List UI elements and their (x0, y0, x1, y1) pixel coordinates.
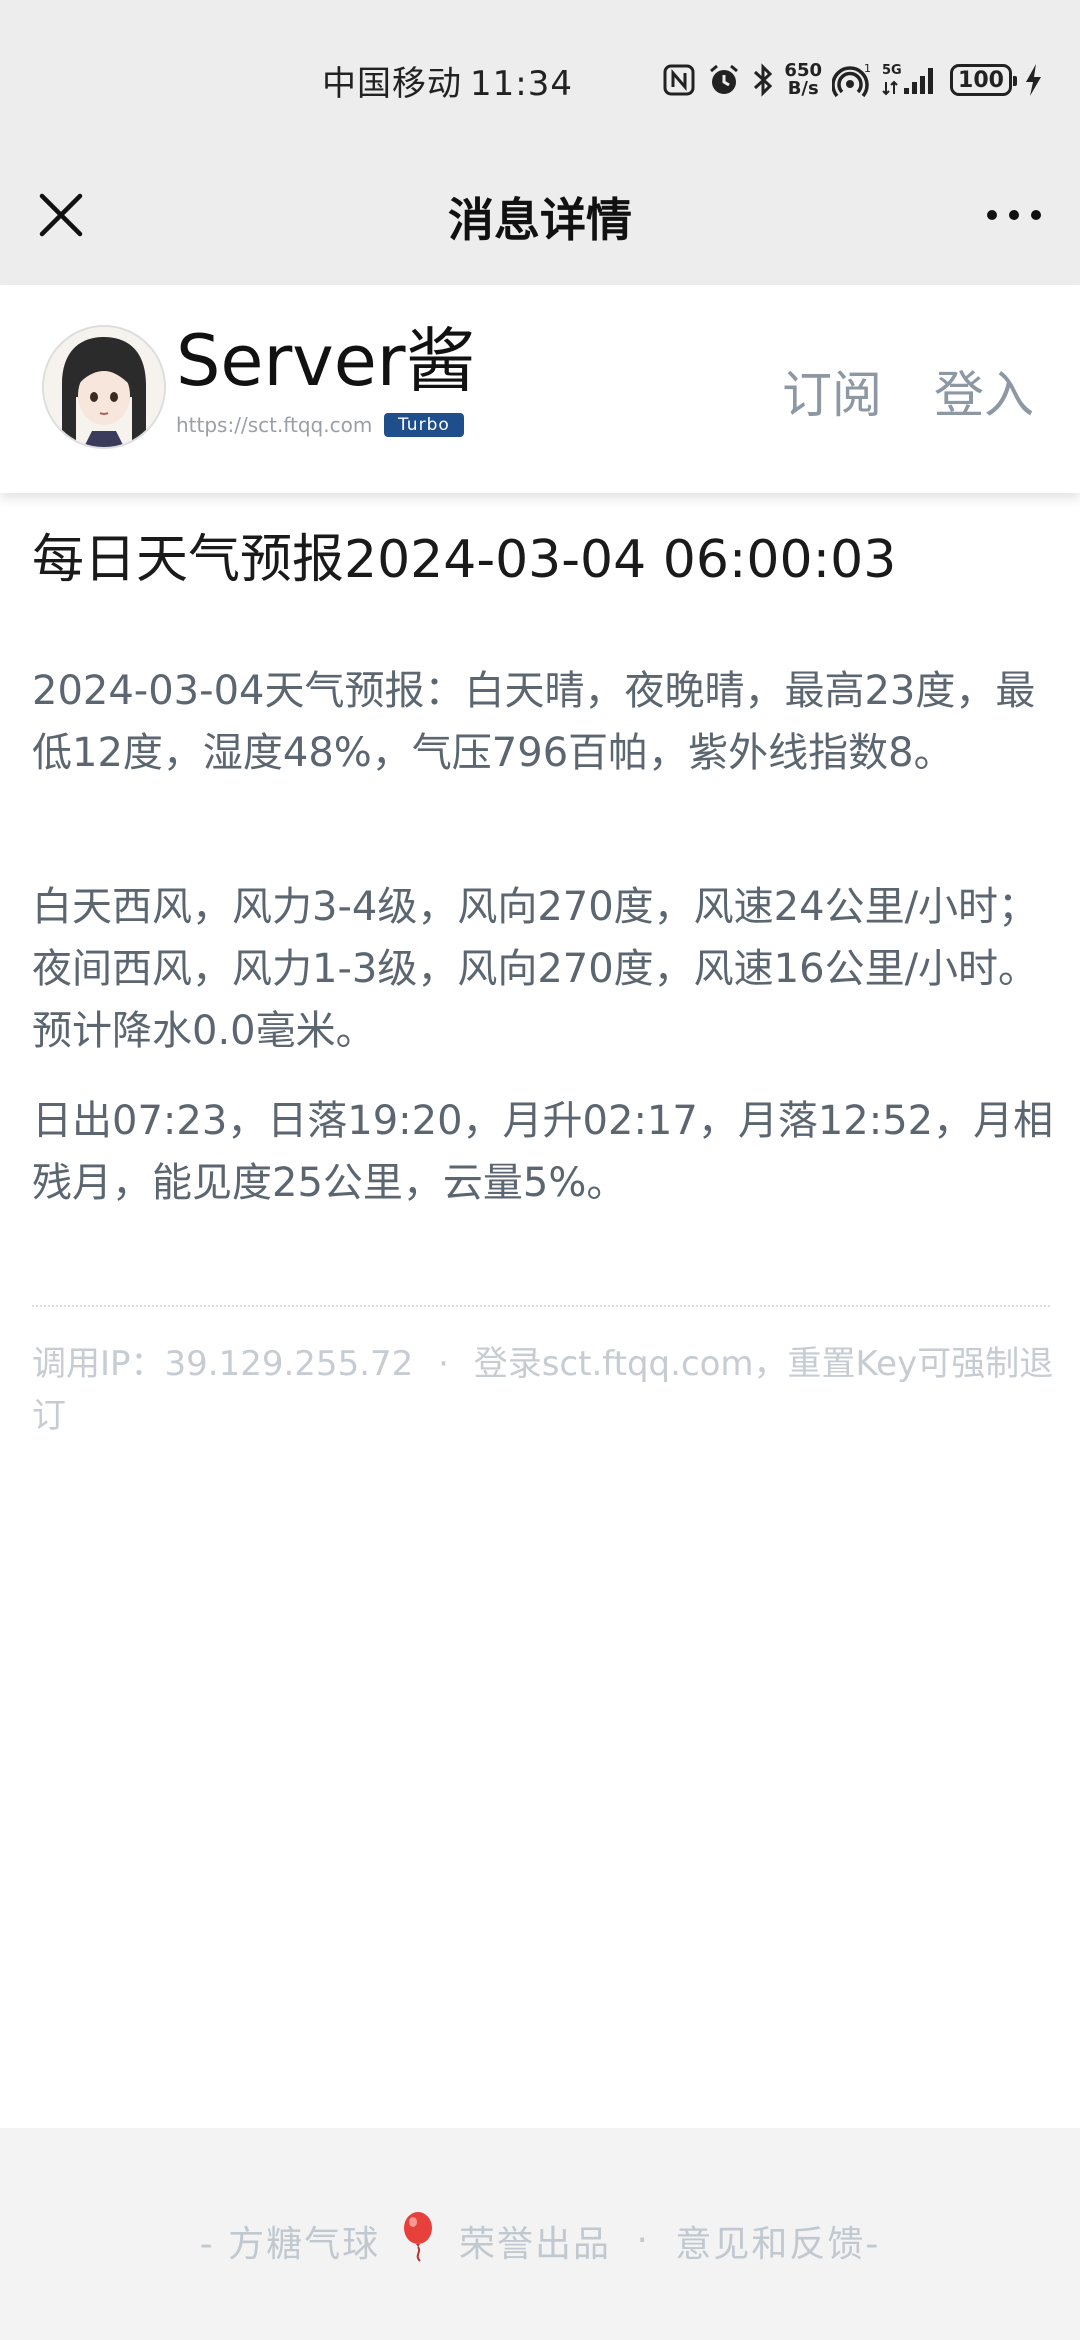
bluetooth-icon (752, 62, 774, 98)
footer-brand[interactable]: - 方糖气球 (200, 2215, 380, 2267)
alarm-icon (706, 62, 742, 98)
message-title: 每日天气预报2024-03-04 06:00:03 (32, 530, 897, 590)
status-carrier-time: 中国移动 11:34 (322, 56, 573, 105)
divider (32, 1305, 1050, 1307)
net-speed: 650 B/s (784, 62, 822, 98)
status-clock: 11:34 (470, 64, 573, 104)
more-icon[interactable] (984, 200, 1044, 230)
page-title: 消息详情 (448, 193, 632, 247)
footer: - 方糖气球 荣誉出品 · 意见和反馈- (0, 2128, 1080, 2340)
meta-separator: · (438, 1344, 449, 1384)
svg-text:1: 1 (864, 62, 871, 75)
subscribe-link[interactable]: 订阅 (782, 355, 882, 427)
login-link[interactable]: 登入 (934, 355, 1034, 427)
signal-label: 5G (882, 63, 902, 78)
status-bar: 中国移动 11:34 650 B/s 1 5G 100 (0, 0, 1080, 160)
charging-icon (1022, 62, 1044, 98)
site-header: Server酱 https://sct.ftqq.com Turbo 订阅 登入 (0, 285, 1080, 493)
net-speed-unit: B/s (787, 78, 819, 99)
turbo-badge: Turbo (384, 413, 464, 437)
caller-ip: 调用IP：39.129.255.72 (32, 1344, 414, 1384)
avatar (42, 325, 166, 449)
nav-bar: 消息详情 (0, 160, 1080, 285)
footer-credits: - 方糖气球 荣誉出品 · 意见和反馈- (0, 2210, 1080, 2271)
footer-separator: · (636, 2220, 650, 2261)
signal-icon: 5G (882, 62, 940, 98)
nfc-icon (662, 63, 696, 97)
brand-name: Server酱 (176, 320, 476, 402)
feedback-link[interactable]: 意见和反馈- (675, 2215, 880, 2267)
message-meta: 调用IP：39.129.255.72 · 登录sct.ftqq.com，重置Ke… (32, 1338, 1062, 1442)
message-paragraph: 白天西风，风力3-4级，风向270度，风速24公里/小时；夜间西风，风力1-3级… (32, 884, 1039, 1054)
message-paragraph: 2024-03-04天气预报：白天晴，夜晚晴，最高23度，最低12度，湿度48%… (32, 668, 1036, 776)
battery-icon: 100 (950, 64, 1017, 96)
carrier-name: 中国移动 (322, 64, 462, 104)
balloon-icon (400, 2210, 440, 2271)
brand-url: https://sct.ftqq.com (176, 413, 373, 437)
battery-level: 100 (958, 67, 1004, 93)
status-icons: 650 B/s 1 5G 100 (662, 58, 1044, 102)
footer-honor: 荣誉出品 (458, 2223, 611, 2265)
message-paragraph: 日出07:23，日落19:20，月升02:17，月落12:52，月相残月，能见度… (32, 1098, 1054, 1206)
hotspot-icon: 1 (832, 62, 872, 98)
